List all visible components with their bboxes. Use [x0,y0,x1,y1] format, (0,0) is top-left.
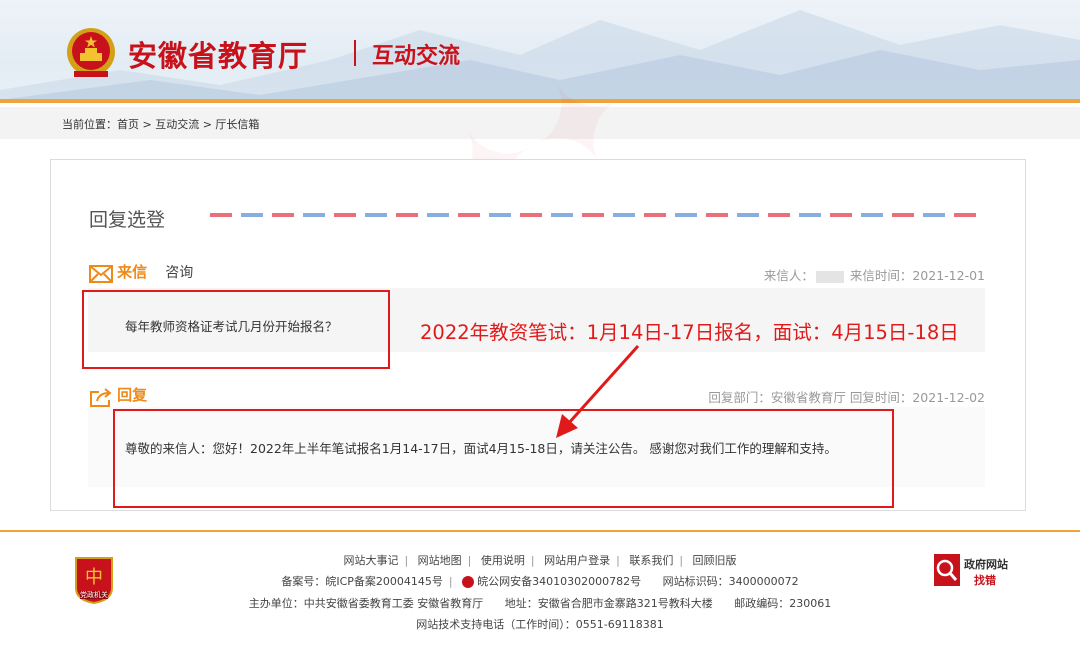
footer-divider [0,530,1080,532]
police-badge-icon [462,576,475,588]
section-title[interactable]: 互动交流 [372,38,460,70]
envelope-icon [89,264,113,283]
footer-support: 网站技术支持电话（工作时间）：0551-69118381 [0,616,1080,632]
find-error-label: 找错 [974,574,996,587]
answer-highlight-box [113,409,894,508]
reply-label: 回复 [117,386,148,404]
letter-label: 来信 [117,263,148,281]
header-bottom-bar [0,99,1080,103]
footer-links: 网站大事记 | 网站地图 | 使用说明 | 网站用户登录 | 联系我们 | 回顾旧版 [343,554,737,567]
footer-link-old-version[interactable]: 回顾旧版 [693,554,737,567]
annotation-text: 2022年教资笔试：1月14日-17日报名，面试：4月15日-18日 [420,321,959,344]
footer-link-help[interactable]: 使用说明 [481,554,525,567]
reply-time-label: 回复时间： [849,390,913,405]
breadcrumb: 当前位置：首页 > 互动交流 > 厅长信箱 [0,107,1080,139]
footer-link-contact[interactable]: 联系我们 [629,554,673,567]
gov-site-label: 政府网站 [964,558,1008,571]
letter-time: 2021-12-01 [912,268,985,283]
footer-link-sitemap[interactable]: 网站地图 [418,554,462,567]
question-highlight-box [82,290,390,369]
magnifier-icon [934,554,960,586]
reply-time: 2021-12-02 [912,390,985,405]
reply-dept: 安徽省教育厅 [770,390,846,405]
sender-label: 来信人： [763,268,814,283]
footer-link-login[interactable]: 网站用户登录 [544,554,610,567]
letter-meta: 来信人： 来信时间：2021-12-01 [764,265,985,284]
letter-header: 来信 咨询 [89,261,193,283]
reply-header: 回复 [89,384,147,407]
letter-type: 咨询 [165,265,194,281]
police-record[interactable]: 皖公网安备34010302000782号 [477,575,641,588]
host-unit: 主办单位：中共安徽省委教育工委 安徽省教育厅 [248,597,484,610]
breadcrumb-text[interactable]: 当前位置：首页 > 互动交流 > 厅长信箱 [62,116,259,132]
postcode: 邮政编码：230061 [734,597,832,610]
airmail-divider [210,213,980,217]
footer-host: 主办单位：中共安徽省委教育工委 安徽省教育厅 地址：安徽省合肥市金寨路321号教… [0,595,1080,611]
icp-record[interactable]: 备案号：皖ICP备案20004145号 [281,575,443,588]
national-emblem-icon [67,28,115,77]
card-title: 回复选登 [89,209,166,231]
address: 地址：安徽省合肥市金寨路321号教科大楼 [504,597,713,610]
site-identifier: 网站标识码：3400000072 [662,575,799,588]
title-divider [354,40,356,66]
reply-dept-label: 回复部门： [708,390,771,405]
site-header: 安徽省教育厅 互动交流 [0,0,1080,103]
letter-time-label: 来信时间： [849,268,913,283]
support-phone: 网站技术支持电话（工作时间）：0551-69118381 [416,618,664,631]
annotation-arrow [556,344,640,438]
gov-site-error-report[interactable]: 政府网站 找错 [932,552,1014,588]
reply-share-icon [90,387,112,407]
footer-link-history[interactable]: 网站大事记 [343,554,398,567]
sender-mask [815,270,844,283]
site-title[interactable]: 安徽省教育厅 [128,33,308,75]
footer-records: 备案号：皖ICP备案20004145号 | 皖公网安备34010302000782… [281,575,799,588]
reply-meta: 回复部门：安徽省教育厅 回复时间：2021-12-02 [708,387,985,406]
